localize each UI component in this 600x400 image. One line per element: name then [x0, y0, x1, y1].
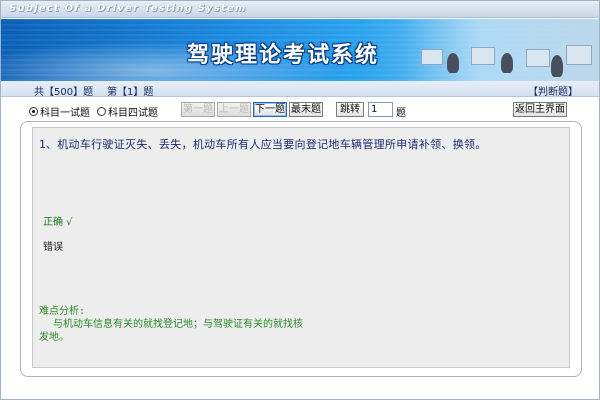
analysis: 难点分析: 与机动车信息有关的就找登记地；与驾驶证有关的就找核 发地。 [39, 305, 303, 344]
subject-four-radio[interactable]: 科目四试题 [97, 104, 158, 119]
person-icon [501, 53, 513, 73]
total-count: 共【500】题 [34, 87, 94, 98]
monitor-icon [471, 47, 495, 65]
next-question-button[interactable]: 下一题 [253, 102, 287, 117]
monitor-icon [526, 49, 550, 67]
toolbar: 科目一试题 科目四试题 第一题 上一题 下一题 最末题 跳转 1 题 返回主界面 [1, 99, 599, 121]
first-question-button[interactable]: 第一题 [181, 102, 215, 117]
monitor-icon [566, 45, 592, 65]
banner: 驾驶理论考试系统 [1, 19, 599, 81]
app-name: 驾驶理论考试系统 [187, 42, 380, 68]
analysis-title: 难点分析: [39, 306, 86, 317]
window-title: Subject Of a Driver Testing System [9, 3, 247, 14]
app-window: Subject Of a Driver Testing System 驾驶理论考… [0, 0, 600, 400]
person-icon [447, 53, 459, 73]
answer-wrong[interactable]: 错误 [43, 238, 63, 253]
jump-button[interactable]: 跳转 [336, 102, 364, 117]
question-text: 1、机动车行驶证灭失、丢失，机动车所有人应当要向登记地车辆管理所申请补领、换领。 [39, 138, 487, 151]
title-bar: Subject Of a Driver Testing System [1, 1, 599, 18]
jump-input[interactable]: 1 [368, 102, 393, 117]
last-question-button[interactable]: 最末题 [289, 102, 323, 117]
analysis-line-1: 与机动车信息有关的就找登记地；与驾驶证有关的就找核 [53, 319, 303, 330]
subject-one-label: 科目一试题 [40, 108, 90, 119]
question-panel: 1、机动车行驶证灭失、丢失，机动车所有人应当要向登记地车辆管理所申请补领、换领。… [20, 121, 582, 377]
answer-correct[interactable]: 正确 √ [43, 213, 73, 228]
subject-four-label: 科目四试题 [108, 108, 158, 119]
current-question: 第【1】题 [107, 87, 154, 98]
banner-photo [401, 19, 599, 81]
return-home-button[interactable]: 返回主界面 [513, 102, 567, 117]
radio-unselected-icon[interactable] [97, 107, 106, 116]
radio-selected-icon[interactable] [29, 107, 38, 116]
subject-one-radio[interactable]: 科目一试题 [29, 104, 90, 119]
previous-question-button[interactable]: 上一题 [217, 102, 251, 117]
question-area: 1、机动车行驶证灭失、丢失，机动车所有人应当要向登记地车辆管理所申请补领、换领。… [32, 127, 570, 368]
person-icon [551, 55, 563, 77]
analysis-line-2: 发地。 [39, 332, 69, 343]
monitor-icon [421, 49, 443, 65]
question-type: 【判断题】 [528, 87, 578, 98]
jump-suffix: 题 [396, 108, 406, 119]
status-bar: 共【500】题 第【1】题 【判断题】 [1, 81, 599, 98]
